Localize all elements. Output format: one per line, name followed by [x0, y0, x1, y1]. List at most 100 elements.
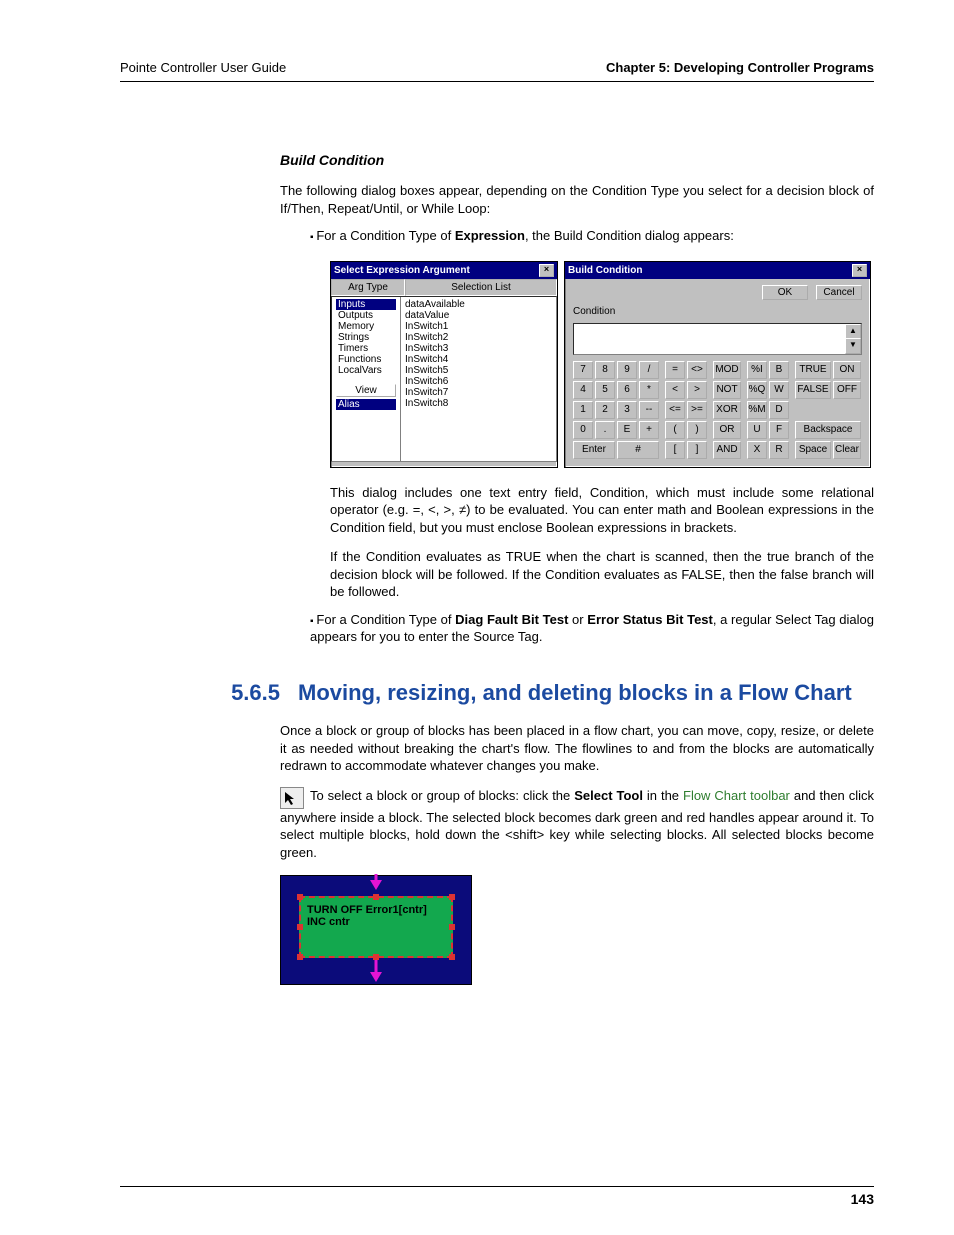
key-9[interactable]: 9 [617, 361, 637, 379]
op-false[interactable]: FALSE [795, 381, 831, 399]
argtype-item-outputs[interactable]: Outputs [336, 310, 396, 321]
op-le[interactable]: <= [665, 401, 685, 419]
op-x[interactable]: X [747, 441, 767, 459]
op-rparen[interactable]: ) [687, 421, 707, 439]
hash-button[interactable]: # [617, 441, 659, 459]
key-8[interactable]: 8 [595, 361, 615, 379]
backspace-button[interactable]: Backspace [795, 421, 861, 439]
section-number: 5.6.5 [210, 680, 280, 706]
key-div[interactable]: / [639, 361, 659, 379]
paragraph-condition-eval: If the Condition evaluates as TRUE when … [330, 548, 874, 601]
key-3[interactable]: 3 [617, 401, 637, 419]
op-w[interactable]: W [769, 381, 789, 399]
key-mul[interactable]: * [639, 381, 659, 399]
list-item[interactable]: InSwitch3 [405, 343, 552, 354]
dialog-title-bar: Select Expression Argument × [331, 262, 557, 279]
op-eq[interactable]: = [665, 361, 685, 379]
op-xor[interactable]: XOR [713, 401, 741, 419]
list-item[interactable]: InSwitch2 [405, 332, 552, 343]
section-title: Moving, resizing, and deleting blocks in… [298, 680, 852, 706]
select-expression-argument-dialog: Select Expression Argument × Arg Type Se… [330, 261, 558, 468]
key-plus[interactable]: + [639, 421, 659, 439]
op-pq[interactable]: %Q [747, 381, 767, 399]
scroll-down-icon[interactable]: ▼ [845, 338, 861, 354]
dialog-title: Build Condition [568, 265, 642, 276]
key-2[interactable]: 2 [595, 401, 615, 419]
op-pm[interactable]: %M [747, 401, 767, 419]
op-ne[interactable]: <> [687, 361, 707, 379]
select-tool-icon [280, 787, 304, 809]
list-item[interactable]: InSwitch5 [405, 365, 552, 376]
page-header: Pointe Controller User Guide Chapter 5: … [120, 60, 874, 82]
argtype-item-functions[interactable]: Functions [336, 354, 396, 365]
op-gt[interactable]: > [687, 381, 707, 399]
ok-button[interactable]: OK [762, 285, 808, 300]
op-or[interactable]: OR [713, 421, 741, 439]
op-and[interactable]: AND [713, 441, 741, 459]
op-on[interactable]: ON [833, 361, 861, 379]
logic-ops: MOD NOT XOR OR AND [713, 361, 741, 459]
numeric-pad: 7 8 9 / 4 5 6 * 1 2 3 -- 0 [573, 361, 659, 459]
build-condition-dialog: Build Condition × OK Cancel Condition ▲ … [564, 261, 871, 468]
argtype-item-strings[interactable]: Strings [336, 332, 396, 343]
op-b[interactable]: B [769, 361, 789, 379]
op-pi[interactable]: %I [747, 361, 767, 379]
cancel-button[interactable]: Cancel [816, 285, 862, 300]
op-rbrack[interactable]: ] [687, 441, 707, 459]
close-icon[interactable]: × [852, 264, 867, 277]
key-1[interactable]: 1 [573, 401, 593, 419]
dialog-figures: Select Expression Argument × Arg Type Se… [330, 261, 874, 468]
selected-block-figure: TURN OFF Error1[cntr] INC cntr [280, 875, 472, 985]
block-line-1: TURN OFF Error1[cntr] [307, 904, 445, 916]
condition-input[interactable]: ▲ ▼ [573, 323, 862, 355]
paragraph-move-resize: Once a block or group of blocks has been… [280, 722, 874, 775]
enter-button[interactable]: Enter [573, 441, 615, 459]
list-item[interactable]: InSwitch8 [405, 398, 552, 409]
close-icon[interactable]: × [539, 264, 554, 277]
op-u[interactable]: U [747, 421, 767, 439]
op-true[interactable]: TRUE [795, 361, 831, 379]
op-lt[interactable]: < [665, 381, 685, 399]
op-f[interactable]: F [769, 421, 789, 439]
op-d[interactable]: D [769, 401, 789, 419]
list-item[interactable]: dataAvailable [405, 299, 552, 310]
key-7[interactable]: 7 [573, 361, 593, 379]
argtype-list[interactable]: Inputs Outputs Memory Strings Timers Fun… [332, 297, 401, 461]
space-button[interactable]: Space [795, 441, 831, 459]
paragraph-condition-desc: This dialog includes one text entry fiel… [330, 484, 874, 537]
argtype-item-localvars[interactable]: LocalVars [336, 365, 396, 376]
key-4[interactable]: 4 [573, 381, 593, 399]
key-6[interactable]: 6 [617, 381, 637, 399]
dialog-title-bar: Build Condition × [565, 262, 870, 279]
op-ge[interactable]: >= [687, 401, 707, 419]
op-mod[interactable]: MOD [713, 361, 741, 379]
op-lbrack[interactable]: [ [665, 441, 685, 459]
list-item[interactable]: InSwitch1 [405, 321, 552, 332]
argtype-item-timers[interactable]: Timers [336, 343, 396, 354]
bullet-diag-fault: For a Condition Type of Diag Fault Bit T… [310, 611, 874, 646]
key-e[interactable]: E [617, 421, 637, 439]
selection-list[interactable]: dataAvailable dataValue InSwitch1 InSwit… [401, 297, 556, 461]
list-item[interactable]: InSwitch4 [405, 354, 552, 365]
column-header-argtype: Arg Type [331, 279, 405, 296]
key-0[interactable]: 0 [573, 421, 593, 439]
op-off[interactable]: OFF [833, 381, 861, 399]
paragraph-intro: The following dialog boxes appear, depen… [280, 182, 874, 217]
key-dot[interactable]: . [595, 421, 615, 439]
argtype-item-memory[interactable]: Memory [336, 321, 396, 332]
op-lparen[interactable]: ( [665, 421, 685, 439]
list-item[interactable]: InSwitch7 [405, 387, 552, 398]
right-ops: TRUE ON FALSE OFF Backspace Space Clear [795, 361, 861, 459]
key-5[interactable]: 5 [595, 381, 615, 399]
op-r[interactable]: R [769, 441, 789, 459]
key-minus[interactable]: -- [639, 401, 659, 419]
alias-item[interactable]: Alias [336, 399, 396, 410]
header-left: Pointe Controller User Guide [120, 60, 286, 75]
flow-chart-toolbar-link[interactable]: Flow Chart toolbar [683, 788, 790, 803]
list-item[interactable]: InSwitch6 [405, 376, 552, 387]
clear-button[interactable]: Clear [833, 441, 861, 459]
list-item[interactable]: dataValue [405, 310, 552, 321]
argtype-item-inputs[interactable]: Inputs [336, 299, 396, 310]
op-not[interactable]: NOT [713, 381, 741, 399]
view-button[interactable]: View [336, 384, 396, 397]
